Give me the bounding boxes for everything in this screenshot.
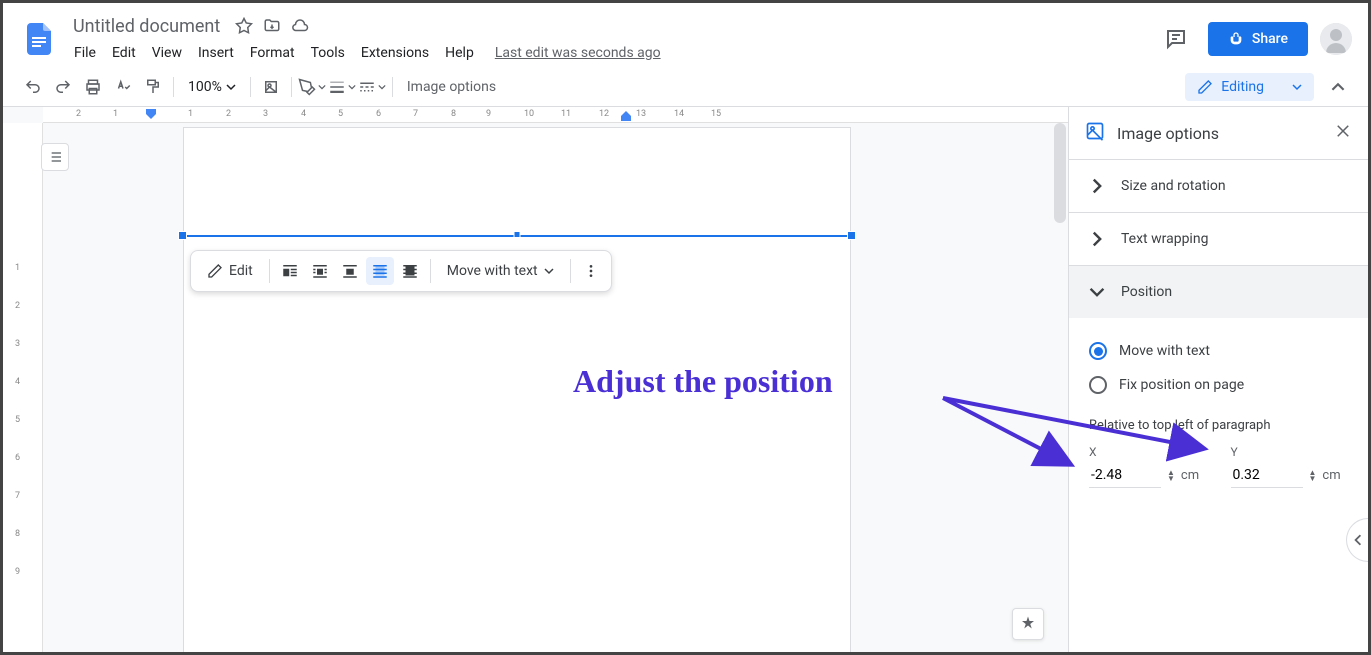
unit-label: cm bbox=[1181, 468, 1199, 483]
menu-view[interactable]: View bbox=[145, 41, 189, 65]
separator bbox=[173, 77, 174, 97]
document-area: 2 1 1 2 3 4 5 6 7 8 9 10 11 12 13 14 15 … bbox=[3, 107, 1068, 652]
close-sidebar-icon[interactable] bbox=[1334, 122, 1352, 144]
separator bbox=[250, 77, 251, 97]
doc-title[interactable]: Untitled document bbox=[67, 14, 226, 39]
vertical-scrollbar[interactable] bbox=[1052, 123, 1068, 652]
chevron-right-icon bbox=[1089, 231, 1105, 247]
behind-text-icon[interactable] bbox=[366, 257, 394, 285]
border-weight-button[interactable] bbox=[328, 73, 356, 101]
cloud-status-icon[interactable] bbox=[290, 16, 310, 36]
image-float-toolbar: Edit Move with text bbox=[190, 250, 612, 292]
share-label: Share bbox=[1252, 31, 1288, 47]
separator bbox=[570, 259, 571, 283]
paint-format-button[interactable] bbox=[139, 73, 167, 101]
account-avatar[interactable] bbox=[1320, 23, 1352, 55]
editing-mode-button[interactable]: Editing bbox=[1185, 73, 1314, 101]
x-label: X bbox=[1089, 445, 1207, 459]
y-label: Y bbox=[1231, 445, 1349, 459]
explore-button[interactable] bbox=[1012, 608, 1044, 640]
wrap-inline-icon[interactable] bbox=[276, 257, 304, 285]
menu-format[interactable]: Format bbox=[243, 41, 302, 65]
collapse-toolbar-button[interactable] bbox=[1324, 73, 1352, 101]
position-section[interactable]: Position bbox=[1069, 265, 1368, 318]
more-options-icon[interactable] bbox=[577, 257, 605, 285]
text-wrapping-section[interactable]: Text wrapping bbox=[1069, 212, 1368, 265]
fix-position-radio[interactable]: Fix position on page bbox=[1089, 368, 1348, 402]
border-color-button[interactable] bbox=[298, 73, 326, 101]
position-content: Move with text Fix position on page Rela… bbox=[1069, 318, 1368, 504]
image-options-label[interactable]: Image options bbox=[399, 75, 504, 99]
menu-bar: File Edit View Insert Format Tools Exten… bbox=[67, 41, 1156, 65]
border-dash-button[interactable] bbox=[358, 73, 386, 101]
last-edit-link[interactable]: Last edit was seconds ago bbox=[495, 45, 661, 61]
vertical-ruler[interactable]: 1 2 3 4 5 6 7 8 9 bbox=[3, 123, 43, 652]
outline-toggle-button[interactable] bbox=[41, 143, 69, 171]
document-page[interactable]: Edit Move with text bbox=[183, 127, 851, 652]
separator bbox=[392, 77, 393, 97]
x-stepper[interactable]: ▲▼ bbox=[1167, 470, 1175, 482]
menu-tools[interactable]: Tools bbox=[304, 41, 352, 65]
docs-logo[interactable] bbox=[19, 19, 59, 59]
horizontal-ruler[interactable]: 2 1 1 2 3 4 5 6 7 8 9 10 11 12 13 14 15 bbox=[43, 107, 1068, 123]
image-icon bbox=[1085, 121, 1105, 145]
menu-extensions[interactable]: Extensions bbox=[354, 41, 436, 65]
edit-image-button[interactable]: Edit bbox=[197, 257, 263, 285]
star-icon[interactable] bbox=[234, 16, 254, 36]
toolbar: 100% Image options Editing bbox=[3, 67, 1368, 107]
separator bbox=[269, 259, 270, 283]
chevron-right-icon bbox=[1089, 178, 1105, 194]
zoom-select[interactable]: 100% bbox=[180, 75, 244, 99]
share-button[interactable]: Share bbox=[1208, 22, 1308, 56]
menu-help[interactable]: Help bbox=[438, 41, 481, 65]
comment-history-icon[interactable] bbox=[1156, 19, 1196, 59]
separator bbox=[430, 259, 431, 283]
menu-edit[interactable]: Edit bbox=[105, 41, 143, 65]
wrap-text-icon[interactable] bbox=[306, 257, 334, 285]
move-with-text-dropdown[interactable]: Move with text bbox=[437, 257, 564, 285]
y-position-input[interactable] bbox=[1231, 463, 1303, 488]
move-folder-icon[interactable] bbox=[262, 16, 282, 36]
image-selection-handles[interactable] bbox=[182, 235, 852, 237]
separator bbox=[291, 77, 292, 97]
in-front-text-icon[interactable] bbox=[396, 257, 424, 285]
chevron-down-icon bbox=[1089, 284, 1105, 300]
break-text-icon[interactable] bbox=[336, 257, 364, 285]
radio-unchecked-icon bbox=[1089, 376, 1107, 394]
image-options-sidebar: Image options Size and rotation Text wra… bbox=[1068, 107, 1368, 652]
x-position-input[interactable] bbox=[1089, 463, 1161, 488]
move-with-text-radio[interactable]: Move with text bbox=[1089, 334, 1348, 368]
redo-button[interactable] bbox=[49, 73, 77, 101]
crop-button[interactable] bbox=[257, 73, 285, 101]
size-rotation-section[interactable]: Size and rotation bbox=[1069, 159, 1368, 212]
menu-insert[interactable]: Insert bbox=[191, 41, 241, 65]
spellcheck-button[interactable] bbox=[109, 73, 137, 101]
radio-checked-icon bbox=[1089, 342, 1107, 360]
undo-button[interactable] bbox=[19, 73, 47, 101]
menu-file[interactable]: File bbox=[67, 41, 103, 65]
sidebar-title: Image options bbox=[1117, 124, 1322, 143]
print-button[interactable] bbox=[79, 73, 107, 101]
y-stepper[interactable]: ▲▼ bbox=[1309, 470, 1317, 482]
unit-label: cm bbox=[1322, 468, 1340, 483]
relative-to-label: Relative to top left of paragraph bbox=[1089, 418, 1348, 433]
